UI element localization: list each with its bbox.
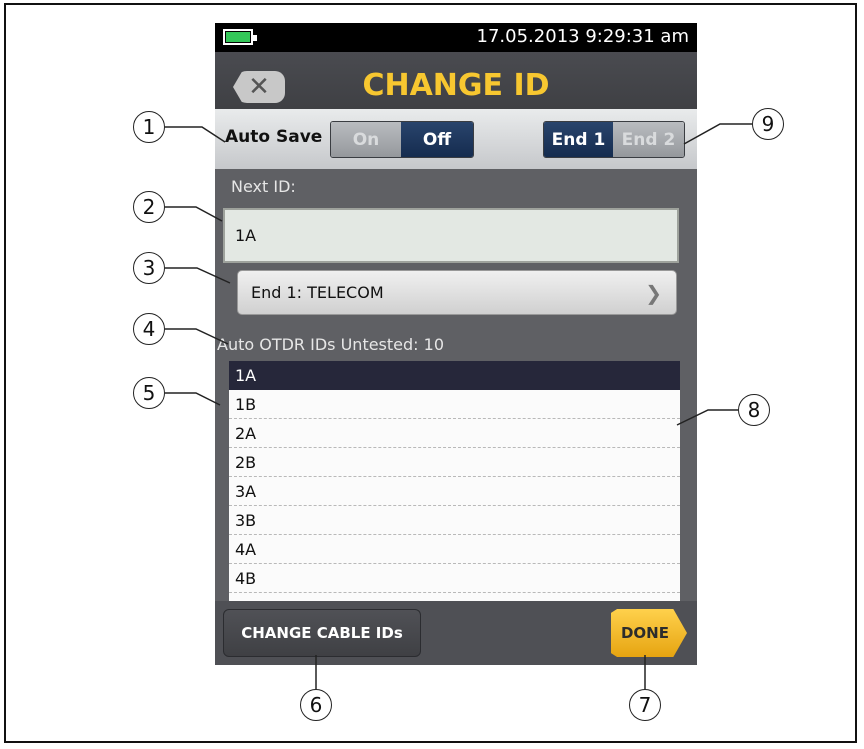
callout-7: 7 xyxy=(629,689,661,721)
callout-9: 9 xyxy=(752,108,784,140)
callout-4: 4 xyxy=(133,313,165,345)
callout-3: 3 xyxy=(133,252,165,284)
callout-2: 2 xyxy=(133,191,165,223)
callout-6: 6 xyxy=(300,689,332,721)
callout-lines xyxy=(165,123,752,689)
callout-8: 8 xyxy=(738,394,770,426)
callout-1: 1 xyxy=(133,111,165,143)
callout-5: 5 xyxy=(133,377,165,409)
